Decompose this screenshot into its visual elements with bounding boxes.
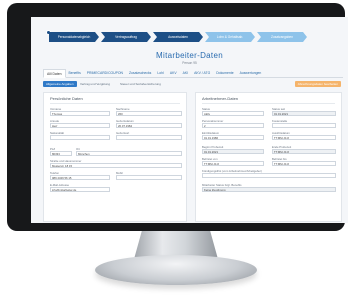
tab-primecard[interactable]: PRIMECARD/COUPON — [84, 69, 126, 77]
tab-all-data[interactable]: Alll Daten — [43, 69, 66, 78]
mobil-input[interactable] — [116, 174, 182, 180]
step-4[interactable]: Lohn & Gehaltsab. — [205, 32, 255, 42]
probezeit-beginn-input[interactable]: 01.01.2021 — [202, 148, 264, 154]
status-since-field: Status seit 01.01.2021 — [272, 107, 336, 116]
befristet-von-field: Befristet von TT.MM.JJJJ — [202, 157, 264, 166]
nationalitaet-input[interactable] — [50, 134, 110, 140]
probezeit-beginn-field: Beginn Probezeit 01.01.2021 — [202, 145, 264, 154]
ort-input[interactable]: München — [76, 150, 182, 156]
benefit-status-select[interactable]: Keine Zuordnung — [202, 186, 336, 192]
geburtsdatum-input[interactable]: 20.07.1984 — [116, 122, 182, 128]
divider — [202, 103, 335, 104]
tab-lohl[interactable]: Lohl — [154, 69, 166, 77]
kostenstelle-input[interactable] — [272, 122, 336, 128]
befristet-bis-input[interactable]: TT.MM.JJJJ — [272, 160, 336, 166]
screen: Personaldatenabgleich Vertragsauftrag Au… — [31, 17, 348, 223]
monitor-stand-base — [95, 255, 257, 285]
befristet-bis-field: Befristet bis TT.MM.JJJJ — [272, 157, 336, 166]
tax-link[interactable]: Steuer und Sozialversicherung — [117, 81, 164, 87]
eintritt-input[interactable]: 01.01.1986 — [202, 134, 264, 140]
panel-title: Persönliche Daten — [50, 96, 83, 101]
page-subtitle: Person 95 — [182, 61, 197, 65]
tab-zusatzschecks[interactable]: Zusatzschecks — [126, 69, 154, 77]
sub-navigation: Allgemeine Angaben Vertrag und Vergütung… — [43, 81, 343, 88]
benefit-status-field: Mitarbeiter Status bzgl. Benefits Keine … — [202, 183, 336, 192]
tab-auswertungen[interactable]: Auswertungen — [237, 69, 265, 77]
status-select[interactable]: Aktiv — [202, 110, 264, 116]
personalnummer-field: Personalnummer 2 — [202, 119, 264, 128]
kuendigungsfrist-field: Kündigungsfrist (vom Arbeitnehmer/Arbeit… — [202, 169, 336, 178]
nationalitaet-field: Nationalität — [50, 131, 110, 140]
tab-bar: Alll Daten Benefits PRIMECARD/COUPON Zus… — [43, 69, 343, 78]
austritt-field: Austrittsdatum TT.MM.JJJJ — [272, 131, 336, 140]
email-input[interactable]: info@mitarbeiter.de — [50, 186, 110, 192]
status-since-input: 01.01.2021 — [272, 110, 336, 116]
tab-akv-atg[interactable]: AKV / ATG — [191, 69, 213, 77]
monitor-stand-neck — [134, 231, 218, 257]
geburtsort-input[interactable] — [116, 134, 182, 140]
geburtsort-field: Geburtsort — [116, 131, 182, 140]
strasse-input[interactable]: Musterstr. 18 15 — [50, 162, 182, 168]
nachname-input[interactable]: Will — [116, 110, 182, 116]
panel-title: Arbeitnehmer-Daten — [202, 96, 239, 101]
plz-field: PLZ 80333 — [50, 147, 72, 156]
personal-data-panel: Persönliche Daten Vorname Thomas Nachnam… — [43, 92, 187, 222]
kuendigungsfrist-input[interactable] — [202, 172, 336, 178]
progress-steps: Personaldatenabgleich Vertragsauftrag Au… — [49, 32, 309, 42]
telefon-input[interactable]: 089 2349 56 15 — [50, 174, 110, 180]
plz-input[interactable]: 80333 — [50, 150, 72, 156]
probezeit-ende-field: Ende Probezeit TT.MM.JJJJ — [272, 145, 336, 154]
personalnummer-input[interactable]: 2 — [202, 122, 264, 128]
nachname-field: Nachname Will — [116, 107, 182, 116]
geburtsdatum-field: Geburtsdatum 20.07.1984 — [116, 119, 182, 128]
step-2[interactable]: Vertragsauftrag — [101, 32, 151, 42]
monitor-frame: Personaldatenabgleich Vertragsauftrag Au… — [7, 3, 348, 231]
anrede-select[interactable]: Herr — [50, 122, 110, 128]
befristet-von-input[interactable]: TT.MM.JJJJ — [202, 160, 264, 166]
ort-field: Ort München — [76, 147, 182, 156]
email-field: E-Mail-Adresse info@mitarbeiter.de — [50, 183, 110, 192]
divider — [50, 103, 180, 104]
step-3[interactable]: Ausweisdaten — [153, 32, 203, 42]
telefon-field: Telefon 089 2349 56 15 — [50, 171, 110, 180]
probezeit-ende-input[interactable]: TT.MM.JJJJ — [272, 148, 336, 154]
general-info-button[interactable]: Allgemeine Angaben — [43, 81, 77, 87]
kostenstelle-field: Kostenstelle — [272, 119, 336, 128]
employee-data-panel: Arbeitnehmer-Daten Status Aktiv Status s… — [195, 92, 342, 222]
strasse-field: Straße und Hausnummer Musterstr. 18 15 — [50, 159, 182, 168]
edit-billing-button[interactable]: Abrechnungsdaten bearbeiten — [294, 81, 341, 87]
austritt-input[interactable]: TT.MM.JJJJ — [272, 134, 336, 140]
page-title: Mitarbeiter-Daten — [156, 51, 223, 60]
anrede-field: Anrede Herr — [50, 119, 110, 128]
tab-akv[interactable]: AKV — [167, 69, 180, 77]
mobil-field: Mobil — [116, 171, 182, 180]
tab-benefits[interactable]: Benefits — [66, 69, 84, 77]
status-field: Status Aktiv — [202, 107, 264, 116]
vorname-field: Vorname Thomas — [50, 107, 110, 116]
step-1[interactable]: Personaldatenabgleich — [49, 32, 99, 42]
tab-dokumente[interactable]: Dokumente — [213, 69, 236, 77]
vorname-input[interactable]: Thomas — [50, 110, 110, 116]
tab-aki[interactable]: AKI — [180, 69, 191, 77]
contract-link[interactable]: Vertrag und Vergütung — [77, 81, 113, 87]
step-5[interactable]: Zusatzangaben — [257, 32, 307, 42]
eintritt-field: Eintrittsdatum 01.01.1986 — [202, 131, 264, 140]
